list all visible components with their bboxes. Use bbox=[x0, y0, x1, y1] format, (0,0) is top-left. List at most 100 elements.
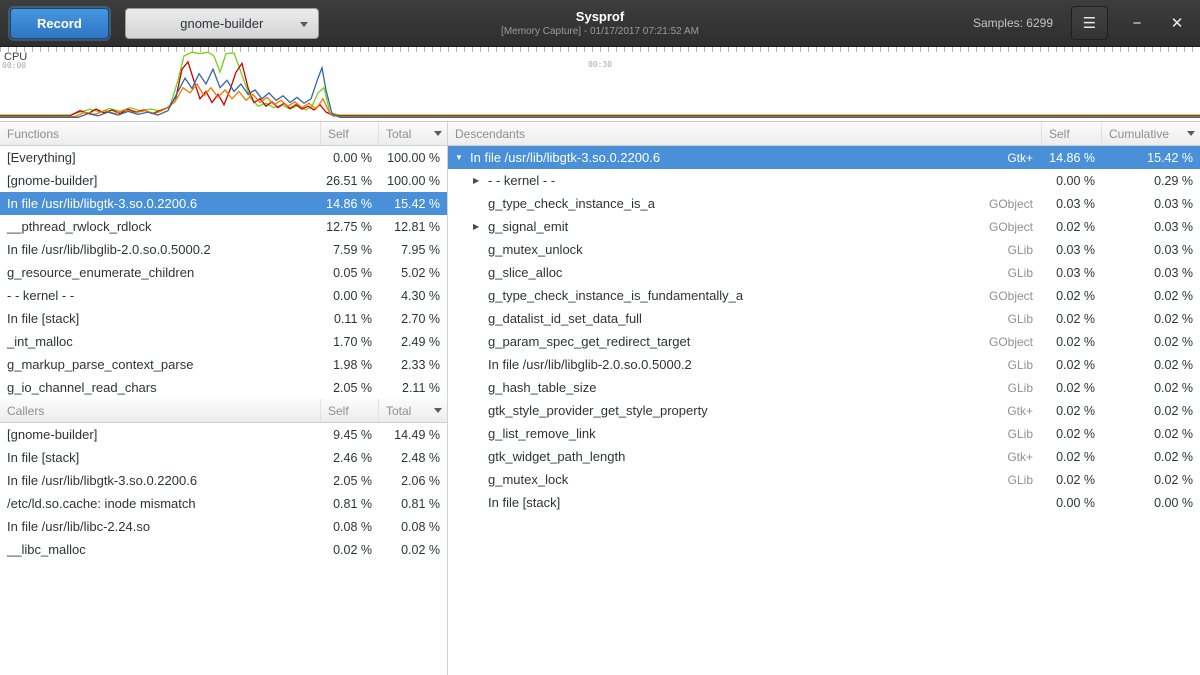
self-percent-cell: 0.03 % bbox=[1042, 197, 1102, 211]
table-row[interactable]: g_list_remove_linkGLib0.02 %0.02 % bbox=[448, 422, 1200, 445]
minimize-button[interactable]: − bbox=[1126, 16, 1148, 31]
expander-closed-icon[interactable]: ▶ bbox=[473, 223, 488, 231]
cumulative-column-label: Cumulative bbox=[1109, 127, 1169, 141]
table-row[interactable]: In file [stack]0.11 %2.70 % bbox=[0, 307, 447, 330]
table-row[interactable]: __libc_malloc0.02 %0.02 % bbox=[0, 538, 447, 561]
table-row[interactable]: In file /usr/lib/libglib-2.0.so.0.5000.2… bbox=[0, 238, 447, 261]
total-percent-cell: 0.02 % bbox=[1102, 427, 1200, 441]
table-row[interactable]: g_io_channel_read_chars2.05 %2.11 % bbox=[0, 376, 447, 399]
table-row[interactable]: g_type_check_instance_is_fundamentally_a… bbox=[448, 284, 1200, 307]
menu-button[interactable]: ☰ bbox=[1071, 6, 1108, 40]
table-row[interactable]: In file /usr/lib/libgtk-3.so.0.2200.614.… bbox=[0, 192, 447, 215]
functions-table-body: [Everything]0.00 %100.00 %[gnome-builder… bbox=[0, 146, 447, 399]
total-percent-cell: 2.11 % bbox=[379, 381, 447, 395]
record-button[interactable]: Record bbox=[10, 8, 109, 39]
functions-column-header[interactable]: Functions bbox=[0, 122, 321, 145]
library-badge: Gtk+ bbox=[1007, 450, 1042, 464]
self-column-header[interactable]: Self bbox=[1042, 122, 1102, 145]
self-column-header[interactable]: Self bbox=[321, 399, 379, 422]
sort-indicator-icon bbox=[434, 131, 442, 136]
table-row[interactable]: g_param_spec_get_redirect_targetGObject0… bbox=[448, 330, 1200, 353]
function-name-cell: In file /usr/lib/libglib-2.0.so.0.5000.2 bbox=[0, 242, 321, 257]
total-percent-cell: 0.00 % bbox=[1102, 496, 1200, 510]
table-row[interactable]: g_markup_parse_context_parse1.98 %2.33 % bbox=[0, 353, 447, 376]
table-row[interactable]: gtk_style_provider_get_style_propertyGtk… bbox=[448, 399, 1200, 422]
total-column-header[interactable]: Total bbox=[379, 399, 447, 422]
self-percent-cell: 0.02 % bbox=[1042, 450, 1102, 464]
table-row[interactable]: g_datalist_id_set_data_fullGLib0.02 %0.0… bbox=[448, 307, 1200, 330]
table-row[interactable]: g_mutex_unlockGLib0.03 %0.03 % bbox=[448, 238, 1200, 261]
close-button[interactable]: ✕ bbox=[1166, 16, 1188, 31]
function-name: gtk_widget_path_length bbox=[488, 449, 1007, 464]
table-row[interactable]: g_mutex_lockGLib0.02 %0.02 % bbox=[448, 468, 1200, 491]
table-row[interactable]: In file /usr/lib/libgtk-3.so.0.2200.62.0… bbox=[0, 469, 447, 492]
total-percent-cell: 7.95 % bbox=[379, 243, 447, 257]
function-name-cell: In file [stack] bbox=[0, 311, 321, 326]
title-block: Sysprof [Memory Capture] - 01/17/2017 07… bbox=[501, 9, 699, 37]
table-row[interactable]: gtk_widget_path_lengthGtk+0.02 %0.02 % bbox=[448, 445, 1200, 468]
expander-open-icon[interactable]: ▼ bbox=[455, 154, 470, 162]
table-row[interactable]: [gnome-builder]26.51 %100.00 % bbox=[0, 169, 447, 192]
function-name-cell: g_mutex_unlockGLib bbox=[448, 242, 1042, 257]
sort-indicator-icon bbox=[434, 408, 442, 413]
total-percent-cell: 0.08 % bbox=[379, 520, 447, 534]
table-row[interactable]: In file [stack]2.46 %2.48 % bbox=[0, 446, 447, 469]
profile-target-dropdown[interactable]: gnome-builder bbox=[125, 8, 319, 39]
total-percent-cell: 0.02 % bbox=[1102, 404, 1200, 418]
self-percent-cell: 0.81 % bbox=[321, 497, 379, 511]
table-row[interactable]: In file /usr/lib/libglib-2.0.so.0.5000.2… bbox=[448, 353, 1200, 376]
table-row[interactable]: - - kernel - -0.00 %4.30 % bbox=[0, 284, 447, 307]
callers-column-header[interactable]: Callers bbox=[0, 399, 321, 422]
self-percent-cell: 0.03 % bbox=[1042, 243, 1102, 257]
function-name: g_datalist_id_set_data_full bbox=[488, 311, 1008, 326]
table-row[interactable]: /etc/ld.so.cache: inode mismatch0.81 %0.… bbox=[0, 492, 447, 515]
table-row[interactable]: In file /usr/lib/libc-2.24.so0.08 %0.08 … bbox=[0, 515, 447, 538]
expander-closed-icon[interactable]: ▶ bbox=[473, 177, 488, 185]
self-percent-cell: 0.02 % bbox=[1042, 473, 1102, 487]
table-row[interactable]: g_resource_enumerate_children0.05 %5.02 … bbox=[0, 261, 447, 284]
table-row[interactable]: _int_malloc1.70 %2.49 % bbox=[0, 330, 447, 353]
total-percent-cell: 0.29 % bbox=[1102, 174, 1200, 188]
total-percent-cell: 0.02 % bbox=[379, 543, 447, 557]
table-row[interactable]: ▼In file /usr/lib/libgtk-3.so.0.2200.6Gt… bbox=[448, 146, 1200, 169]
function-name-cell: g_resource_enumerate_children bbox=[0, 265, 321, 280]
table-row[interactable]: __pthread_rwlock_rdlock12.75 %12.81 % bbox=[0, 215, 447, 238]
total-percent-cell: 0.02 % bbox=[1102, 289, 1200, 303]
function-name: In file /usr/lib/libgtk-3.so.0.2200.6 bbox=[470, 150, 1007, 165]
table-row[interactable]: [Everything]0.00 %100.00 % bbox=[0, 146, 447, 169]
self-percent-cell: 0.00 % bbox=[321, 151, 379, 165]
total-column-header[interactable]: Total bbox=[379, 122, 447, 145]
self-column-header[interactable]: Self bbox=[321, 122, 379, 145]
table-row[interactable]: g_hash_table_sizeGLib0.02 %0.02 % bbox=[448, 376, 1200, 399]
function-name: g_hash_table_size bbox=[488, 380, 1008, 395]
cumulative-column-header[interactable]: Cumulative bbox=[1102, 122, 1200, 145]
total-percent-cell: 14.49 % bbox=[379, 428, 447, 442]
table-row[interactable]: g_slice_allocGLib0.03 %0.03 % bbox=[448, 261, 1200, 284]
function-name: g_type_check_instance_is_fundamentally_a bbox=[488, 288, 989, 303]
self-percent-cell: 2.05 % bbox=[321, 381, 379, 395]
total-percent-cell: 4.30 % bbox=[379, 289, 447, 303]
library-badge: GLib bbox=[1008, 427, 1042, 441]
function-name-cell: In file /usr/lib/libglib-2.0.so.0.5000.2… bbox=[448, 357, 1042, 372]
self-percent-cell: 0.02 % bbox=[1042, 335, 1102, 349]
function-name-cell: g_hash_table_sizeGLib bbox=[448, 380, 1042, 395]
self-percent-cell: 14.86 % bbox=[1042, 151, 1102, 165]
function-name-cell: g_markup_parse_context_parse bbox=[0, 357, 321, 372]
table-row[interactable]: ▶g_signal_emitGObject0.02 %0.03 % bbox=[448, 215, 1200, 238]
callers-header-row: Callers Self Total bbox=[0, 399, 447, 423]
library-badge: Gtk+ bbox=[1007, 404, 1042, 418]
table-row[interactable]: In file [stack]0.00 %0.00 % bbox=[448, 491, 1200, 514]
table-row[interactable]: g_type_check_instance_is_aGObject0.03 %0… bbox=[448, 192, 1200, 215]
function-name: g_signal_emit bbox=[488, 219, 989, 234]
descendants-column-header[interactable]: Descendants bbox=[448, 122, 1042, 145]
function-name-cell: In file /usr/lib/libgtk-3.so.0.2200.6 bbox=[0, 473, 321, 488]
function-name-cell: [gnome-builder] bbox=[0, 173, 321, 188]
self-percent-cell: 0.11 % bbox=[321, 312, 379, 326]
total-percent-cell: 100.00 % bbox=[379, 151, 447, 165]
total-percent-cell: 0.02 % bbox=[1102, 358, 1200, 372]
table-row[interactable]: [gnome-builder]9.45 %14.49 % bbox=[0, 423, 447, 446]
total-percent-cell: 0.03 % bbox=[1102, 220, 1200, 234]
cpu-graph[interactable]: CPU 00:00 00:30 bbox=[0, 47, 1200, 122]
table-row[interactable]: ▶- - kernel - -0.00 %0.29 % bbox=[448, 169, 1200, 192]
function-name-cell: g_mutex_lockGLib bbox=[448, 472, 1042, 487]
